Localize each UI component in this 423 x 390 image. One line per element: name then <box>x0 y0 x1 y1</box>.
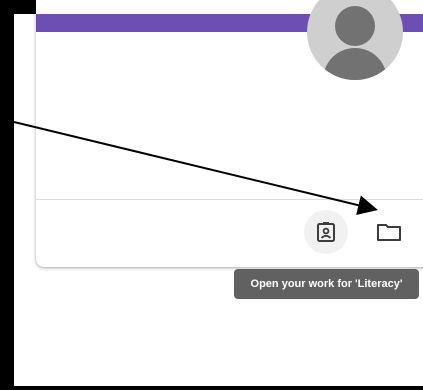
avatar-body-icon <box>323 48 387 80</box>
tooltip-open-work: Open your work for 'Literacy' <box>234 269 419 299</box>
card-footer-divider <box>36 199 423 200</box>
your-work-button[interactable] <box>304 210 348 254</box>
assignment-portfolio-icon <box>317 222 335 242</box>
folder-icon <box>377 224 401 241</box>
avatar-head-icon <box>335 6 375 46</box>
open-folder-button[interactable] <box>367 210 411 254</box>
